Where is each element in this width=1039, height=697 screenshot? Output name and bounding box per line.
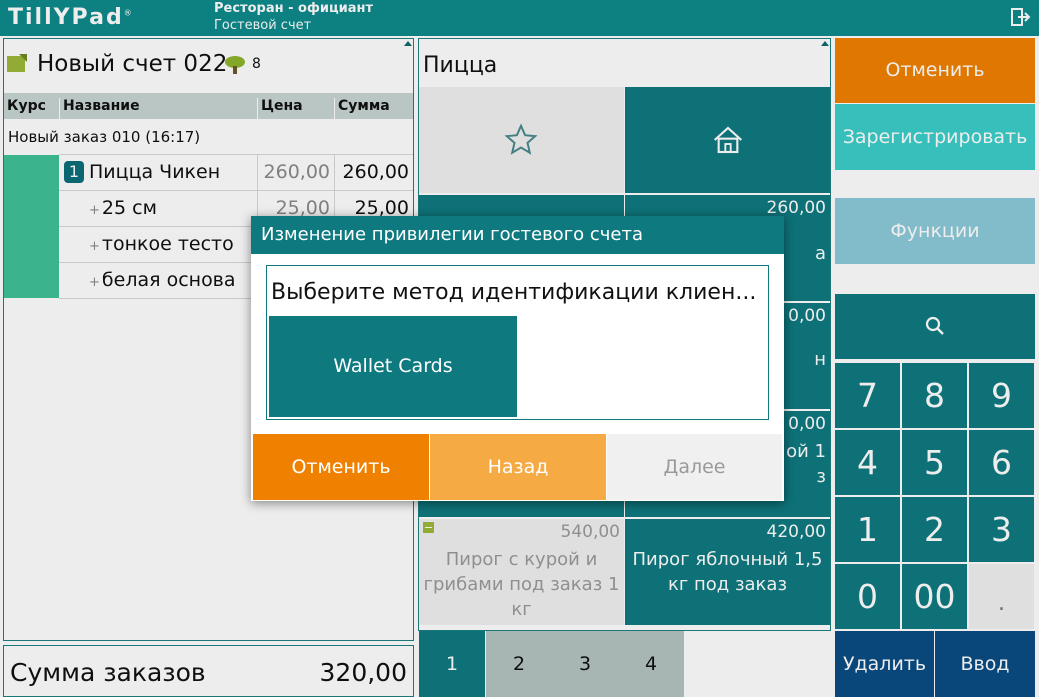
dialog-back-button[interactable]: Назад: [430, 434, 606, 500]
dialog-title: Изменение привилегии гостевого счета: [251, 216, 784, 254]
identification-method-box: Выберите метод идентификации клиен... Wa…: [266, 265, 769, 420]
dialog-prompt: Выберите метод идентификации клиен...: [271, 280, 757, 305]
wallet-cards-option[interactable]: Wallet Cards: [269, 316, 517, 417]
privilege-dialog: Изменение привилегии гостевого счета Выб…: [251, 216, 784, 501]
dialog-next-button[interactable]: Далее: [607, 434, 782, 500]
dialog-cancel-button[interactable]: Отменить: [253, 434, 429, 500]
